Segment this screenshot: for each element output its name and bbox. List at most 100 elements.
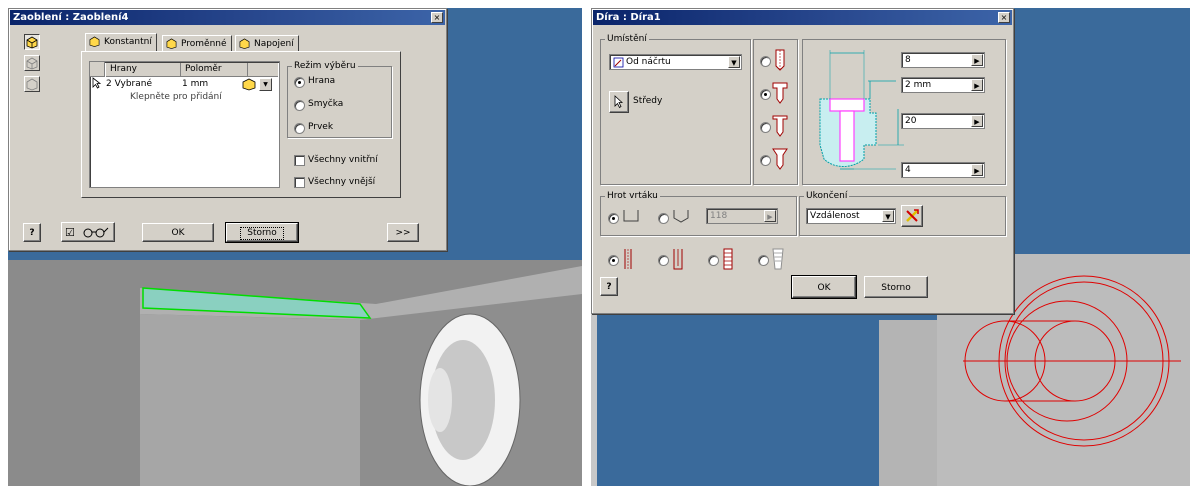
radio-tapped[interactable]	[708, 255, 719, 266]
termination-legend: Ukončení	[804, 190, 850, 202]
flip-direction-button[interactable]	[901, 205, 923, 227]
radio-spotface[interactable]	[760, 122, 771, 133]
radio-feature-label: Prvek	[308, 122, 334, 132]
all-inside-label: Všechny vnitřní	[308, 155, 378, 165]
hole-screenshot: Díra : Díra1 × Umístění Od náčrtu ▼ Stře…	[591, 8, 1190, 486]
hole-depth-value: 20	[905, 116, 917, 126]
drill-angle-field[interactable]: 118 ▶	[706, 208, 778, 224]
chevron-right-icon[interactable]: ▶	[971, 115, 983, 127]
counterbore-diagram	[819, 50, 904, 170]
flat-point-icon	[623, 210, 639, 222]
radio-clearance[interactable]	[658, 255, 669, 266]
table-row-radius[interactable]: 1 mm	[182, 78, 208, 90]
more-button[interactable]: >>	[387, 223, 419, 242]
selection-mode-legend: Režim výběru	[292, 60, 358, 72]
termination-value: Vzdálenost	[810, 211, 860, 221]
hole-dialog: Díra : Díra1 × Umístění Od náčrtu ▼ Stře…	[591, 8, 1014, 314]
face-fillet-icon	[26, 57, 38, 70]
face-fillet-tool[interactable]	[24, 55, 40, 71]
drill-angle-value: 118	[710, 211, 728, 221]
chevron-down-icon[interactable]: ▼	[259, 78, 272, 91]
help-button[interactable]: ?	[600, 277, 618, 296]
cbore-diameter-field[interactable]: 8 ▶	[901, 52, 985, 68]
fillet-dialog: Zaoblení : Zaoblení4 × Konstantní Proměn…	[8, 8, 447, 251]
centers-label: Středy	[633, 96, 663, 106]
preview-checkbox[interactable]: ☑	[65, 226, 75, 239]
cbore-diameter-value: 8	[905, 55, 911, 65]
radio-flat-point[interactable]	[608, 213, 619, 224]
fillet-screenshot: Zaoblení : Zaoblení4 × Konstantní Proměn…	[8, 8, 582, 486]
hole-inner-highlight	[428, 368, 452, 432]
all-outside-checkbox[interactable]	[294, 177, 305, 188]
chevron-down-icon[interactable]: ▼	[728, 56, 740, 68]
hole-depth-field[interactable]: 20 ▶	[901, 113, 985, 129]
chevron-right-icon[interactable]: ▶	[971, 164, 983, 176]
angle-point-icon	[673, 210, 689, 223]
radio-loop[interactable]	[294, 100, 305, 111]
help-button[interactable]: ?	[23, 223, 41, 242]
fillet-color-icon[interactable]	[241, 77, 257, 91]
tab-setbacks[interactable]: Napojení	[235, 35, 299, 51]
radio-simple-hole[interactable]	[760, 56, 771, 67]
all-outside-label: Všechny vnější	[308, 177, 376, 187]
radio-edge[interactable]	[294, 77, 305, 88]
radio-countersink[interactable]	[760, 155, 771, 166]
radio-drilled[interactable]	[608, 255, 619, 266]
placement-value: Od náčrtu	[626, 57, 671, 67]
termination-dropdown[interactable]: Vzdálenost ▼	[806, 208, 896, 224]
sketch-icon	[613, 57, 624, 68]
tapped-hole-icon	[723, 248, 733, 270]
preview-toggle[interactable]: ☑	[61, 222, 115, 242]
ok-button[interactable]: OK	[791, 275, 857, 299]
tab-constant[interactable]: Konstantní	[85, 33, 157, 51]
radio-edge-label: Hrana	[308, 76, 336, 86]
tab-variable[interactable]: Proměnné	[162, 35, 232, 51]
drill-point-legend: Hrot vrtáku	[605, 190, 660, 202]
radio-feature[interactable]	[294, 123, 305, 134]
tab-variable-label: Proměnné	[181, 39, 227, 49]
fillet-title: Zaoblení : Zaoblení4	[13, 12, 129, 23]
flip-direction-icon	[906, 209, 919, 222]
variable-fillet-icon	[166, 38, 177, 49]
chevron-down-icon[interactable]: ▼	[882, 210, 894, 222]
all-inside-checkbox[interactable]	[294, 155, 305, 166]
hole-diameter-field[interactable]: 4 ▶	[901, 162, 985, 178]
edges-table[interactable]: Hrany Poloměr 2 Vybrané 1 mm ▼ Klepněte …	[89, 61, 280, 188]
tab-constant-label: Konstantní	[104, 37, 152, 47]
ok-button[interactable]: OK	[142, 223, 214, 242]
cancel-label: Storno	[240, 227, 284, 240]
close-icon[interactable]: ×	[431, 12, 443, 23]
block-front-face	[140, 314, 360, 486]
setback-icon	[239, 38, 250, 49]
add-hint[interactable]: Klepněte pro přidání	[130, 91, 222, 103]
full-round-tool[interactable]	[24, 76, 40, 92]
cbore-depth-field[interactable]: 2 mm ▶	[901, 77, 985, 93]
drilled-hole-icon	[624, 249, 632, 269]
header-radius: Poloměr	[181, 63, 248, 77]
table-row-edges[interactable]: 2 Vybrané	[106, 78, 152, 90]
cursor-arrow-icon	[92, 77, 102, 89]
cancel-button[interactable]: Storno	[864, 276, 928, 298]
countersink-icon	[772, 148, 788, 170]
centers-button[interactable]	[609, 91, 629, 113]
edge-fillet-icon	[26, 36, 38, 49]
placement-legend: Umístění	[605, 33, 649, 45]
taper-tapped-icon	[772, 248, 784, 270]
placement-dropdown[interactable]: Od náčrtu ▼	[609, 54, 742, 70]
radio-loop-label: Smyčka	[308, 99, 344, 109]
radio-taper-tapped[interactable]	[758, 255, 769, 266]
edge-fillet-tool[interactable]	[24, 34, 40, 50]
tab-setbacks-label: Napojení	[254, 39, 294, 49]
close-icon[interactable]: ×	[998, 12, 1010, 23]
chevron-right-icon[interactable]: ▶	[764, 210, 776, 222]
radio-counterbore[interactable]	[760, 89, 771, 100]
header-edges: Hrany	[106, 63, 181, 77]
full-round-icon	[26, 78, 38, 91]
radio-angle-point[interactable]	[658, 213, 669, 224]
cancel-button[interactable]: Storno	[225, 222, 299, 243]
constant-fillet-icon	[89, 36, 100, 47]
clearance-hole-icon	[673, 249, 683, 270]
chevron-right-icon[interactable]: ▶	[971, 54, 983, 66]
glasses-icon	[83, 227, 109, 238]
chevron-right-icon[interactable]: ▶	[971, 79, 983, 91]
